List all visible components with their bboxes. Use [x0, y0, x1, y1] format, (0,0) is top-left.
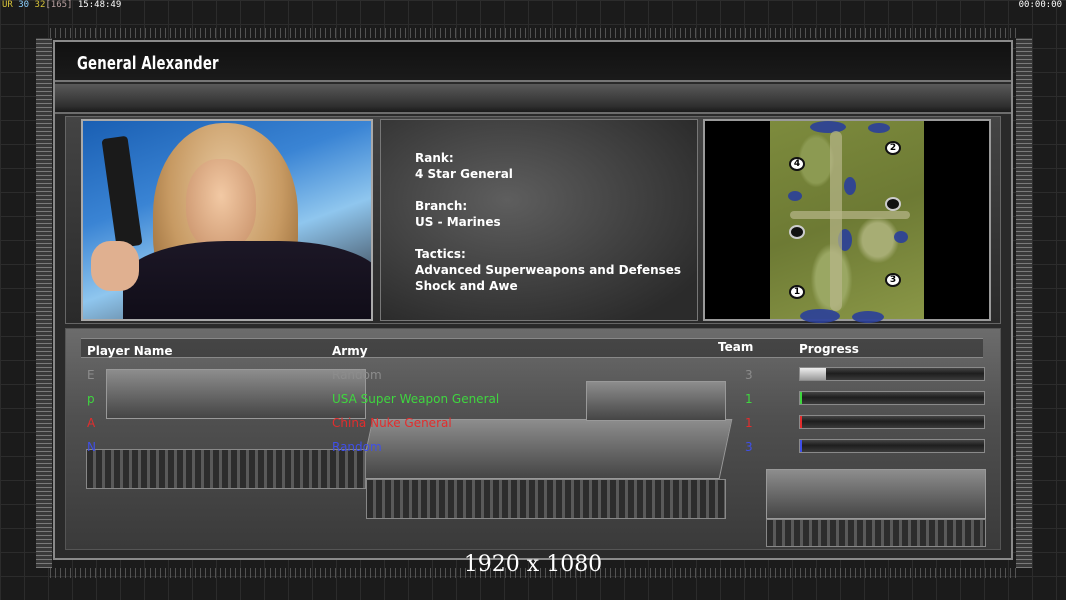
player-row: E Random 3: [81, 365, 985, 387]
branch-label: Branch:: [415, 199, 468, 213]
system-clock: 15:48:49: [77, 0, 122, 10]
player-army: Random: [332, 368, 382, 382]
branch-value: US - Marines: [415, 215, 501, 229]
map-lake: [844, 177, 856, 195]
spawn-point-3: 3: [885, 273, 901, 287]
header-player-name: Player Name: [87, 344, 173, 358]
portrait-hand: [91, 241, 139, 291]
map-lake: [788, 191, 802, 201]
fps-value: 30: [18, 0, 30, 10]
player-row: N Random 3: [81, 437, 985, 459]
spawn-point-1: 1: [789, 285, 805, 299]
player-progress-bar: [799, 391, 985, 405]
tank-track: [366, 479, 726, 519]
general-title: General Alexander: [77, 53, 219, 74]
player-team: 3: [745, 440, 753, 454]
players-table-header: Player Name Army Team Progress: [81, 338, 983, 358]
general-info-panel: Rank: 4 Star General Branch: US - Marine…: [380, 119, 698, 321]
map-road: [830, 131, 842, 311]
resolution-caption: 1920 x 1080: [463, 552, 603, 577]
player-name: A: [87, 416, 96, 430]
loading-screen-frame: General Alexander Rank: 4 Star General B…: [53, 40, 1013, 560]
minimap: 4 2 1 3: [770, 121, 924, 323]
rank-value: 4 Star General: [415, 167, 513, 181]
fps-overlay: UR 30 32[165] 15:48:49: [2, 0, 121, 10]
tactics-label: Tactics:: [415, 247, 466, 261]
map-lake: [810, 121, 846, 133]
player-progress-bar: [799, 439, 985, 453]
player-row: p USA Super Weapon General 1: [81, 389, 985, 411]
player-army: Random: [332, 440, 382, 454]
player-team: 3: [745, 368, 753, 382]
header-team: Team: [718, 340, 754, 354]
player-progress-fill: [800, 392, 802, 404]
minimap-frame: 4 2 1 3: [703, 119, 991, 323]
header-strip: [55, 84, 1011, 114]
fps-value-2: 32: [34, 0, 46, 10]
general-portrait: [81, 119, 373, 321]
player-army: USA Super Weapon General: [332, 392, 500, 406]
portrait-uniform: [123, 241, 371, 319]
player-progress-fill: [800, 416, 802, 428]
portrait-face: [186, 159, 256, 251]
fps-bracket: [165]: [45, 0, 73, 10]
ruler-top: [50, 28, 1020, 38]
map-lake: [894, 231, 908, 243]
player-progress-fill: [800, 440, 802, 452]
spawn-point-2: 2: [885, 141, 901, 155]
rank-label: Rank:: [415, 151, 454, 165]
player-row: A China Nuke General 1: [81, 413, 985, 435]
tactics-block: Tactics: Advanced Superweapons and Defen…: [415, 246, 681, 294]
map-lake: [852, 311, 884, 323]
title-bar: General Alexander: [55, 42, 1011, 82]
player-name: E: [87, 368, 95, 382]
tank-track: [766, 519, 986, 547]
game-timer: 00:00:00: [1018, 0, 1062, 10]
side-bar-left: [36, 38, 52, 568]
header-progress: Progress: [799, 342, 859, 356]
spawn-point-empty: [789, 225, 805, 239]
player-name: N: [87, 440, 96, 454]
side-bar-right: [1016, 38, 1032, 568]
player-team: 1: [745, 416, 753, 430]
player-progress-bar: [799, 367, 985, 381]
branch-block: Branch: US - Marines: [415, 198, 501, 230]
tactics-line-2: Shock and Awe: [415, 279, 518, 293]
spawn-point-4: 4: [789, 157, 805, 171]
player-army: China Nuke General: [332, 416, 452, 430]
spawn-point-empty: [885, 197, 901, 211]
player-team: 1: [745, 392, 753, 406]
header-army: Army: [332, 344, 368, 358]
rank-block: Rank: 4 Star General: [415, 150, 513, 182]
map-road: [790, 211, 910, 219]
player-progress-fill: [800, 368, 826, 380]
player-name: p: [87, 392, 95, 406]
portrait-pistol: [101, 135, 143, 249]
tactics-line-1: Advanced Superweapons and Defenses: [415, 263, 682, 277]
map-lake: [868, 123, 890, 133]
player-progress-bar: [799, 415, 985, 429]
map-lake: [800, 309, 840, 323]
fps-label: UR: [2, 0, 13, 10]
tank-hull: [766, 469, 986, 519]
